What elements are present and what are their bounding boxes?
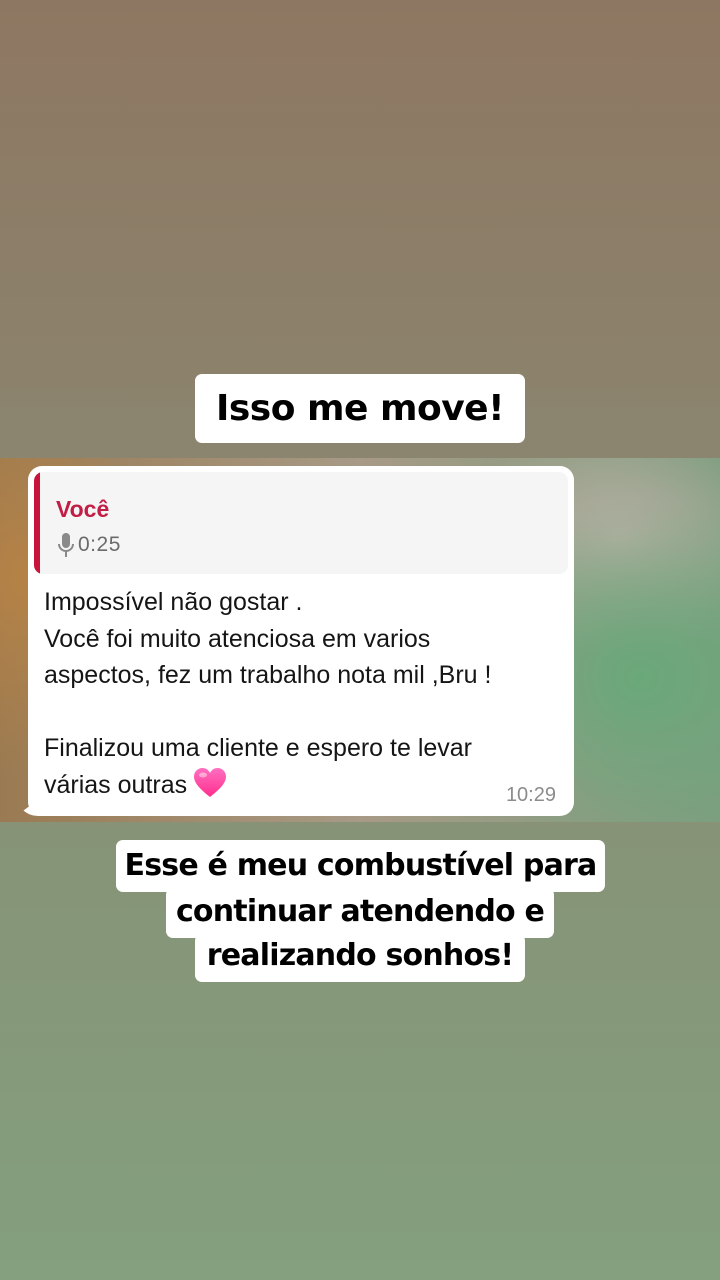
message-line-last: várias outras — [44, 767, 564, 804]
story-caption-bottom-line: Esse é meu combustível para — [116, 840, 605, 892]
message-line: várias outras — [44, 770, 188, 799]
story-caption-bottom-line: realizando sonhos! — [195, 934, 525, 982]
message-line-blank — [44, 694, 564, 731]
message-line: Impossível não gostar . — [44, 588, 303, 616]
story-caption-bottom-line: continuar atendendo e — [166, 888, 554, 938]
chat-bubble[interactable]: Você 0:25 Impossível não gostar . Você f… — [28, 466, 574, 816]
message-line: Finalizou uma cliente e espero te levar — [44, 734, 473, 762]
microphone-icon — [58, 533, 74, 557]
message-text: Impossível não gostar . Você foi muito a… — [44, 584, 564, 803]
heart-icon — [194, 767, 227, 797]
message-line: aspectos, fez um trabalho nota mil ,Bru … — [44, 661, 492, 689]
quoted-audio-reply[interactable]: Você 0:25 — [34, 472, 568, 574]
story-caption-top: Isso me move! — [195, 374, 525, 443]
quote-accent-bar — [34, 472, 40, 574]
audio-duration: 0:25 — [78, 533, 121, 556]
message-timestamp: 10:29 — [505, 784, 556, 806]
quote-author: Você — [56, 496, 110, 522]
message-line: Você foi muito atenciosa em varios — [44, 624, 431, 653]
